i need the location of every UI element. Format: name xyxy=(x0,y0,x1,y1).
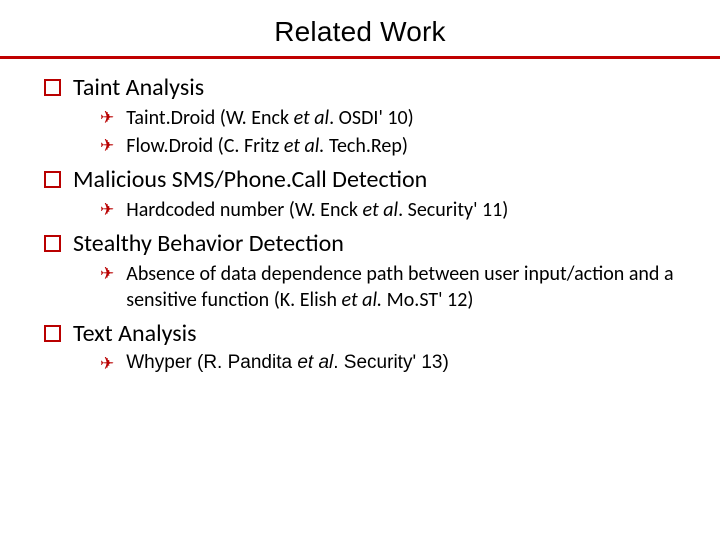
list-item: ✈ Absence of data dependence path between… xyxy=(100,261,680,313)
list-item-text: Absence of data dependence path between … xyxy=(126,261,680,313)
section-heading-text: Taint Analysis xyxy=(73,73,204,103)
square-bullet-icon xyxy=(44,171,61,188)
arrow-bullet-icon: ✈ xyxy=(100,133,114,159)
slide-content: Taint Analysis✈Taint.Droid (W. Enck et a… xyxy=(40,73,680,377)
list-item: ✈ Hardcoded number (W. Enck et al. Securi… xyxy=(100,197,680,223)
italic-citation: et al. xyxy=(284,134,325,158)
section-heading: Text Analysis xyxy=(44,319,680,349)
list-item: ✈ Whyper (R. Pandita et al. Security' 13) xyxy=(100,351,680,377)
square-bullet-icon xyxy=(44,325,61,342)
section-heading-text: Text Analysis xyxy=(73,319,197,349)
section-heading: Stealthy Behavior Detection xyxy=(44,229,680,259)
arrow-bullet-icon: ✈ xyxy=(100,261,114,287)
list-item-text: Flow.Droid (C. Fritz et al. Tech.Rep) xyxy=(126,133,408,159)
italic-citation: et al xyxy=(363,198,399,222)
list-item: ✈ Flow.Droid (C. Fritz et al. Tech.Rep) xyxy=(100,133,680,159)
square-bullet-icon xyxy=(44,235,61,252)
italic-citation: et al xyxy=(294,106,330,130)
list-item: ✈ Taint.Droid (W. Enck et al. OSDI' 10) xyxy=(100,105,680,131)
section-heading: Malicious SMS/Phone.Call Detection xyxy=(44,165,680,195)
slide: Related Work Taint Analysis✈Taint.Droid … xyxy=(0,0,720,540)
list-item-text: Hardcoded number (W. Enck et al. Securit… xyxy=(126,197,508,223)
section-heading: Taint Analysis xyxy=(44,73,680,103)
list-item-text: Taint.Droid (W. Enck et al. OSDI' 10) xyxy=(126,105,413,131)
list-item-text: Whyper (R. Pandita et al. Security' 13) xyxy=(126,351,449,376)
title-underline xyxy=(0,56,720,59)
arrow-bullet-icon: ✈ xyxy=(100,197,114,223)
slide-title: Related Work xyxy=(40,16,680,48)
arrow-bullet-icon: ✈ xyxy=(100,105,114,131)
arrow-bullet-icon: ✈ xyxy=(100,351,114,377)
italic-citation: et al xyxy=(297,352,333,373)
italic-citation: et al. xyxy=(342,288,383,312)
square-bullet-icon xyxy=(44,79,61,96)
section-heading-text: Stealthy Behavior Detection xyxy=(73,229,344,259)
section-heading-text: Malicious SMS/Phone.Call Detection xyxy=(73,165,427,195)
